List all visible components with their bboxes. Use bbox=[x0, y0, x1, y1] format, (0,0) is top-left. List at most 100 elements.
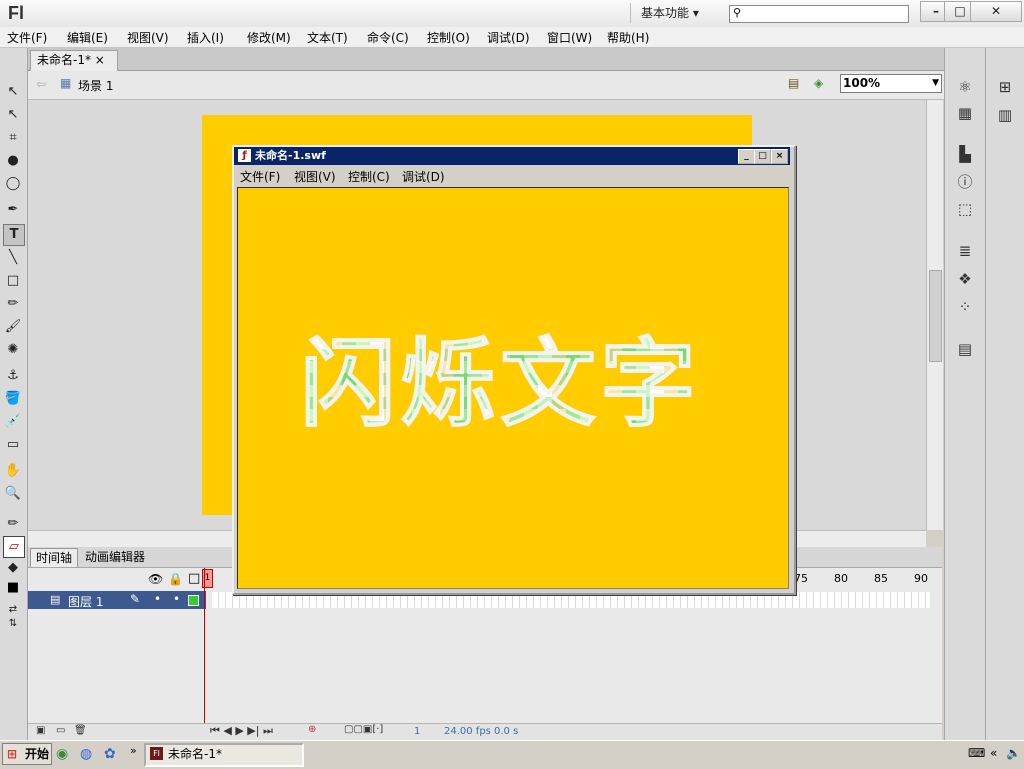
keyboard-icon[interactable]: ⌨ bbox=[968, 746, 985, 760]
zoom-tool-icon[interactable]: 🔍 bbox=[3, 484, 23, 504]
tab-timeline[interactable]: 时间轴 bbox=[30, 548, 79, 567]
stroke-color-swatch[interactable]: ▱ bbox=[3, 536, 25, 558]
project-icon[interactable]: ▤ bbox=[954, 338, 976, 360]
pencil-tool-icon[interactable]: ✏ bbox=[3, 294, 23, 314]
menu-debug[interactable]: 调试(D) bbox=[487, 29, 530, 46]
menu-bar: 文件(F) 编辑(E) 视图(V) 插入(I) 修改(M) 文本(T) 命令(C… bbox=[0, 27, 1024, 48]
eye-icon[interactable]: 👁 bbox=[148, 572, 163, 586]
swf-menu-control[interactable]: 控制(C) bbox=[348, 168, 390, 185]
tray-expand-icon[interactable]: « bbox=[990, 746, 997, 760]
menu-window[interactable]: 窗口(W) bbox=[547, 29, 592, 46]
lasso-tool-icon[interactable]: ◯ bbox=[3, 174, 23, 194]
taskbar-window-button[interactable]: Fl 未命名-1* bbox=[144, 743, 304, 767]
code-snippets-icon[interactable]: ≣ bbox=[954, 240, 976, 262]
components-icon[interactable]: ❖ bbox=[954, 268, 976, 290]
menu-control[interactable]: 控制(O) bbox=[427, 29, 470, 46]
deco-tool-icon[interactable]: ✺ bbox=[3, 340, 23, 360]
stroke-color-icon[interactable]: ✏ bbox=[3, 514, 23, 534]
edit-symbols-icon[interactable]: ◈ bbox=[814, 76, 823, 90]
help-search-input[interactable]: ⚲ bbox=[729, 5, 909, 23]
bone-tool-icon[interactable]: ⚓ bbox=[3, 366, 23, 386]
edit-scene-icon[interactable]: ▤ bbox=[788, 76, 799, 90]
swf-maximize-button[interactable]: □ bbox=[754, 149, 771, 164]
menu-help[interactable]: 帮助(H) bbox=[607, 29, 649, 46]
layer-row[interactable]: ▤ 图层 1 ✎ • • bbox=[28, 591, 206, 609]
close-button[interactable]: ✕ bbox=[970, 1, 1022, 22]
chevron-down-icon[interactable]: ▼ bbox=[932, 75, 939, 92]
frame-number-90: 90 bbox=[914, 572, 928, 585]
text-tool-icon[interactable]: T bbox=[3, 224, 25, 246]
swf-title-bar[interactable]: ƒ 未命名-1.swf bbox=[234, 147, 790, 165]
zoom-value: 100% bbox=[843, 76, 881, 90]
library-icon[interactable]: ▥ bbox=[994, 104, 1016, 126]
info-icon[interactable]: ⓘ bbox=[954, 171, 976, 193]
swf-menu-debug[interactable]: 调试(D) bbox=[402, 168, 445, 185]
tab-motion-editor[interactable]: 动画编辑器 bbox=[80, 548, 150, 566]
paint-bucket-tool-icon[interactable]: 🪣 bbox=[3, 389, 23, 409]
layer-visible-dot[interactable]: • bbox=[154, 592, 161, 606]
back-arrow-icon[interactable]: ⇦ bbox=[36, 77, 46, 91]
menu-file[interactable]: 文件(F) bbox=[7, 29, 47, 46]
playhead-line bbox=[204, 568, 205, 723]
document-tab[interactable]: 未命名-1* × bbox=[30, 50, 118, 71]
motion-presets-icon[interactable]: ⁘ bbox=[954, 296, 976, 318]
rectangle-tool-icon[interactable]: □ bbox=[3, 271, 23, 291]
media-player-icon[interactable]: ◉ bbox=[56, 746, 68, 762]
swap-colors-icon[interactable]: ⇅ bbox=[3, 614, 23, 634]
fill-color-swatch[interactable]: ■ bbox=[3, 578, 23, 598]
flash-file-icon: ƒ bbox=[238, 149, 251, 162]
delete-layer-icon[interactable]: 🗑 bbox=[74, 725, 87, 736]
scroll-thumb[interactable] bbox=[929, 270, 942, 362]
swf-minimize-button[interactable]: _ bbox=[738, 149, 755, 164]
lock-icon[interactable]: 🔒 bbox=[168, 572, 183, 586]
line-tool-icon[interactable]: ╲ bbox=[3, 248, 23, 268]
menu-modify[interactable]: 修改(M) bbox=[247, 29, 291, 46]
layer-lock-dot[interactable]: • bbox=[173, 592, 180, 606]
transform-icon[interactable]: ⬚ bbox=[954, 198, 976, 220]
menu-edit[interactable]: 编辑(E) bbox=[67, 29, 108, 46]
color-panel-icon[interactable]: ⚛ bbox=[954, 76, 976, 98]
free-transform-tool-icon[interactable]: ⌗ bbox=[3, 128, 23, 148]
menu-text[interactable]: 文本(T) bbox=[307, 29, 348, 46]
new-layer-icon[interactable]: ▣ bbox=[36, 725, 45, 736]
swf-menu-view[interactable]: 视图(V) bbox=[294, 168, 336, 185]
frame-rate[interactable]: 24.00 fps bbox=[444, 726, 491, 737]
scene-icon: ▦ bbox=[60, 76, 72, 90]
subselection-tool-icon[interactable]: ↖ bbox=[3, 105, 23, 125]
scene-label[interactable]: 场景 1 bbox=[78, 77, 113, 94]
brush-tool-icon[interactable]: 🖌 bbox=[3, 317, 23, 337]
layer-outline-swatch[interactable] bbox=[188, 595, 199, 606]
browser-icon[interactable]: ◍ bbox=[80, 746, 92, 762]
edit-bar: ⇦ ▦ 场景 1 ▤ ◈ bbox=[28, 71, 944, 100]
workspace-switcher[interactable]: 基本功能 ▾ bbox=[630, 3, 723, 23]
workspace-label: 基本功能 bbox=[641, 6, 690, 20]
3d-rotation-tool-icon[interactable]: ● bbox=[3, 151, 23, 171]
settings-icon[interactable]: ✿ bbox=[104, 746, 116, 762]
vertical-scrollbar[interactable] bbox=[926, 100, 943, 530]
layer-name[interactable]: 图层 1 bbox=[68, 593, 103, 610]
volume-icon[interactable]: 🔈 bbox=[1006, 746, 1021, 760]
pen-tool-icon[interactable]: ✒ bbox=[3, 200, 23, 220]
close-tab-icon[interactable]: × bbox=[95, 53, 105, 67]
menu-view[interactable]: 视图(V) bbox=[127, 29, 169, 46]
properties-icon[interactable]: ⊞ bbox=[994, 76, 1016, 98]
outline-icon[interactable]: □ bbox=[188, 571, 200, 586]
hand-tool-icon[interactable]: ✋ bbox=[3, 461, 23, 481]
menu-insert[interactable]: 插入(I) bbox=[187, 29, 224, 46]
selection-tool-icon[interactable]: ↖ bbox=[3, 82, 23, 102]
zoom-select[interactable]: 100% ▼ bbox=[840, 74, 942, 93]
align-icon[interactable]: ▙ bbox=[954, 143, 976, 165]
new-folder-icon[interactable]: ▭ bbox=[56, 725, 65, 736]
start-button[interactable]: ⊞ 开始 bbox=[2, 743, 52, 765]
fill-color-icon[interactable]: ◆ bbox=[3, 558, 23, 578]
swf-menu-file[interactable]: 文件(F) bbox=[240, 168, 280, 185]
swf-close-button[interactable]: × bbox=[771, 149, 788, 164]
first-frame-icon[interactable]: ⏮ ◀ ▶ ▶| ⏭ bbox=[210, 724, 273, 738]
eyedropper-tool-icon[interactable]: 💉 bbox=[3, 412, 23, 432]
more-icon[interactable]: » bbox=[130, 744, 137, 757]
eraser-tool-icon[interactable]: ▭ bbox=[3, 435, 23, 455]
onion-skin-icon[interactable]: ▢▢▣[·] bbox=[344, 724, 383, 735]
center-frame-icon[interactable]: ⊕ bbox=[308, 724, 316, 735]
swatches-icon[interactable]: ▦ bbox=[954, 102, 976, 124]
menu-commands[interactable]: 命令(C) bbox=[367, 29, 409, 46]
